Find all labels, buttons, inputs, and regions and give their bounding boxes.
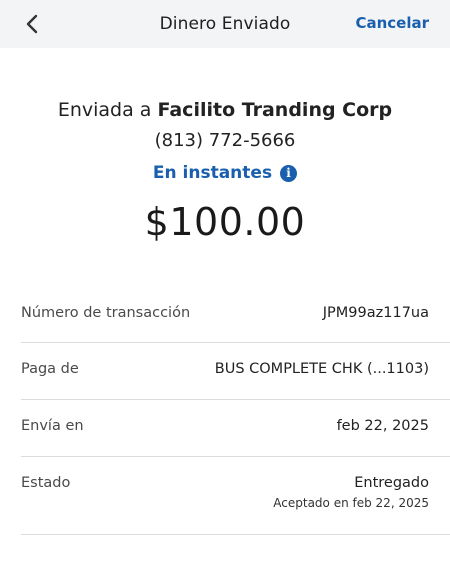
back-button[interactable] xyxy=(22,12,42,36)
detail-row-transaction-number: Número de transacción JPM99az117ua xyxy=(21,286,450,343)
status-text: Entregado xyxy=(354,475,429,491)
detail-label: Estado xyxy=(21,475,71,491)
detail-value: feb 22, 2025 xyxy=(336,418,429,434)
detail-row-paid-from: Paga de BUS COMPLETE CHK (...1103) xyxy=(21,343,450,400)
detail-label: Número de transacción xyxy=(21,305,191,321)
transfer-amount: $100.00 xyxy=(144,200,306,244)
info-icon[interactable]: i xyxy=(280,164,298,182)
top-bar: Dinero Enviado Cancelar xyxy=(0,0,450,48)
status-accepted-date: Aceptado en feb 22, 2025 xyxy=(273,496,429,510)
recipient-phone: (813) 772-5666 xyxy=(154,130,296,151)
detail-row-status: Estado Entregado Aceptado en feb 22, 202… xyxy=(21,457,450,535)
detail-value: JPM99az117ua xyxy=(322,305,429,321)
status-value: Entregado Aceptado en feb 22, 2025 xyxy=(273,475,429,510)
sent-prefix: Enviada a xyxy=(57,99,152,121)
detail-label: Envía en xyxy=(21,418,84,434)
page-title: Dinero Enviado xyxy=(159,14,291,34)
chevron-left-icon xyxy=(26,14,38,34)
detail-value: BUS COMPLETE CHK (...1103) xyxy=(214,361,429,377)
transfer-summary: Enviada a Facilito Tranding Corp (813) 7… xyxy=(0,97,450,244)
delivery-speed: En instantes i xyxy=(152,163,298,183)
recipient-line: Enviada a Facilito Tranding Corp xyxy=(0,97,450,123)
delivery-speed-label: En instantes xyxy=(152,163,273,183)
cancel-button[interactable]: Cancelar xyxy=(355,14,429,32)
detail-label: Paga de xyxy=(21,361,79,377)
recipient-name: Facilito Tranding Corp xyxy=(157,99,393,121)
detail-row-send-date: Envía en feb 22, 2025 xyxy=(21,400,450,457)
transaction-details: Número de transacción JPM99az117ua Paga … xyxy=(21,286,450,535)
